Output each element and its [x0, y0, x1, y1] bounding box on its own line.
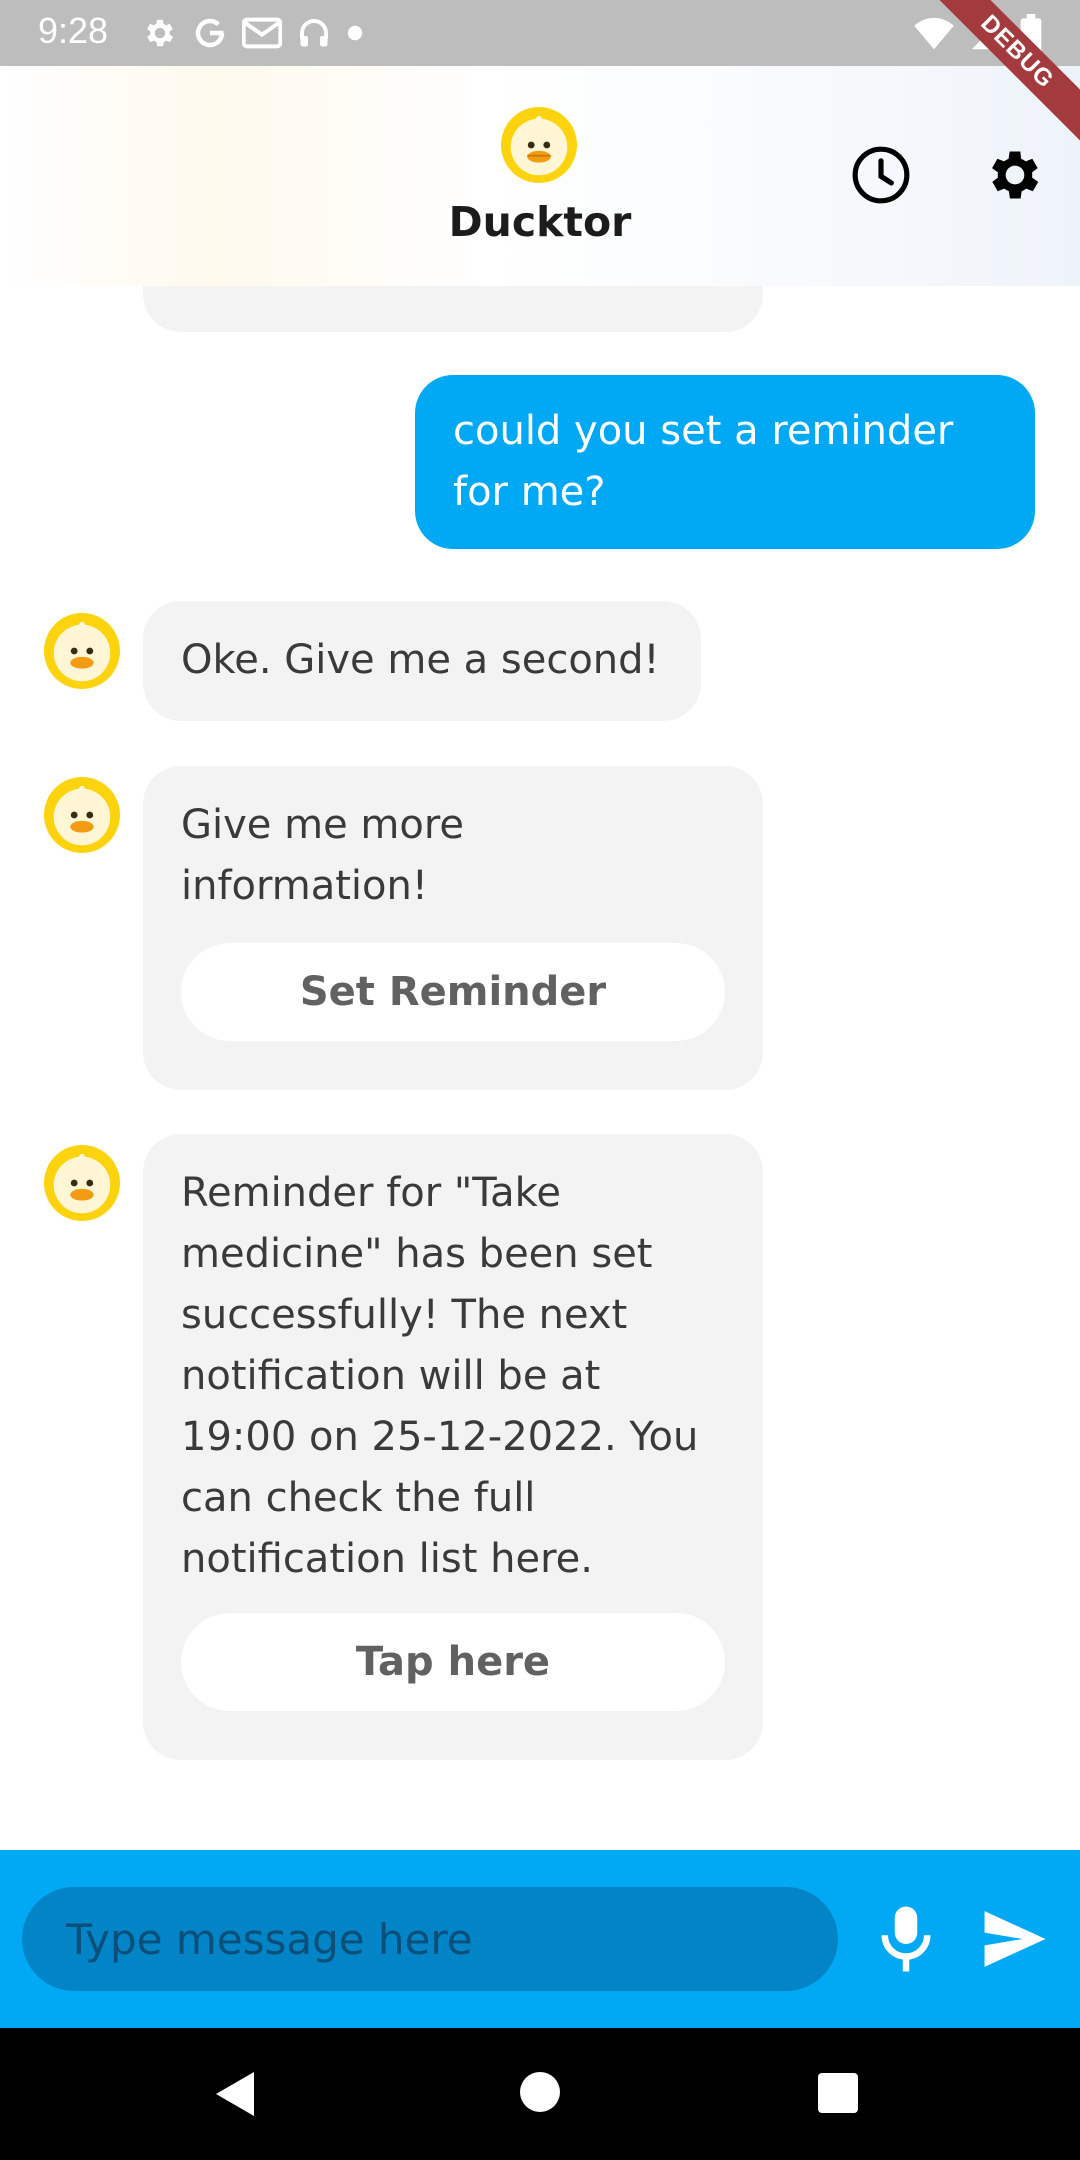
- duck-avatar-icon: [43, 1144, 121, 1222]
- app-bar: Ducktor: [0, 66, 1080, 286]
- duck-logo-icon: [500, 106, 578, 184]
- bot-message-text: Reminder for "Take medicine" has been se…: [181, 1170, 699, 1582]
- user-message-bubble: could you set a reminder for me?: [415, 375, 1035, 549]
- wifi-icon: [914, 17, 954, 50]
- status-time: 9:28: [38, 10, 109, 51]
- settings-button[interactable]: [983, 143, 1047, 207]
- gear-icon: [992, 151, 1039, 199]
- status-notification-icons: [142, 13, 364, 53]
- bot-message-bubble: [143, 286, 763, 332]
- microphone-icon: [881, 1906, 931, 1972]
- user-message-text: could you set a reminder for me?: [453, 408, 954, 515]
- home-icon[interactable]: [520, 2072, 560, 2112]
- dot-icon: [347, 25, 363, 41]
- app-title: Ducktor: [448, 198, 632, 246]
- send-button[interactable]: [982, 1908, 1048, 1970]
- bot-message-bubble: Oke. Give me a second!: [143, 601, 701, 721]
- tap-here-button[interactable]: Tap here: [181, 1613, 725, 1711]
- send-icon: [984, 1911, 1046, 1967]
- duck-avatar-icon: [43, 776, 121, 854]
- message-input-bar: [0, 1850, 1080, 2028]
- google-icon: [195, 18, 225, 48]
- clock-icon: [852, 146, 910, 204]
- back-icon[interactable]: [214, 2070, 258, 2118]
- duck-avatar-icon: [43, 612, 121, 690]
- gmail-icon: [242, 17, 282, 49]
- set-reminder-button[interactable]: Set Reminder: [181, 943, 725, 1041]
- microphone-button[interactable]: [876, 1904, 936, 1974]
- system-nav-bar: [0, 2028, 1080, 2160]
- bot-message-bubble: Reminder for "Take medicine" has been se…: [143, 1134, 763, 1760]
- recents-icon[interactable]: [818, 2073, 858, 2113]
- status-bar: 9:28: [0, 0, 1080, 66]
- bot-message-bubble: Give me more information! Set Reminder: [143, 766, 763, 1090]
- bot-message-text: Oke. Give me a second!: [181, 637, 660, 683]
- chat-message-list[interactable]: could you set a reminder for me? Oke. Gi…: [0, 286, 1080, 1850]
- message-input[interactable]: [22, 1887, 838, 1991]
- bot-message-text: Give me more information!: [181, 802, 465, 909]
- history-button[interactable]: [850, 144, 912, 206]
- headset-icon: [300, 19, 328, 47]
- gear-icon: [147, 19, 174, 47]
